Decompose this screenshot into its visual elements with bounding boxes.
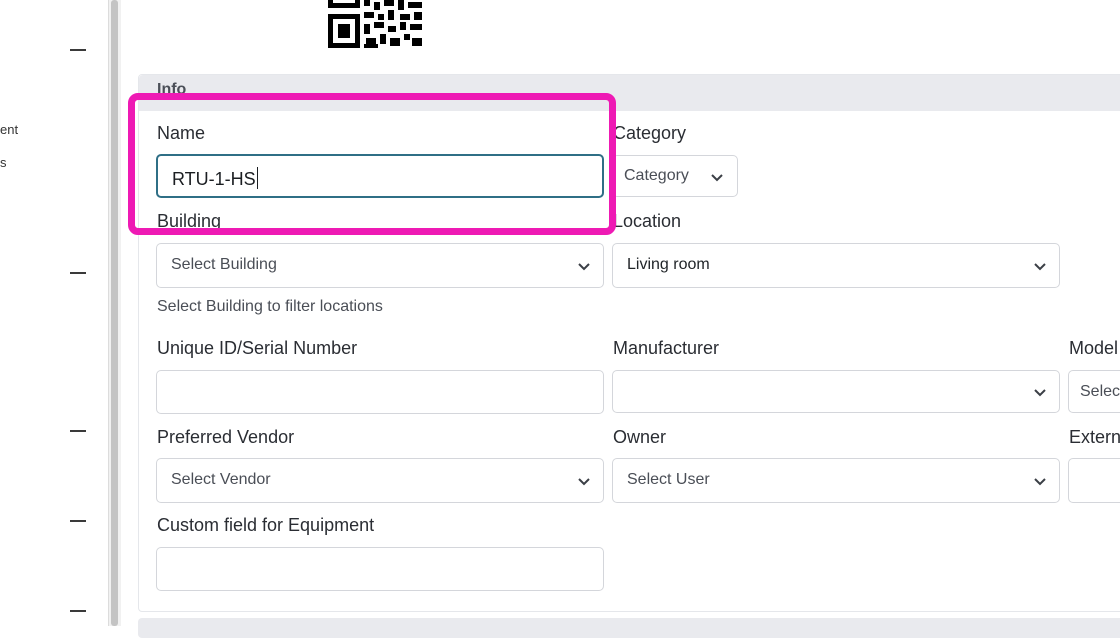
chevron-down-icon xyxy=(577,474,591,488)
manufacturer-label: Manufacturer xyxy=(613,338,720,358)
chevron-down-icon xyxy=(710,170,724,184)
chevron-down-icon xyxy=(577,259,591,273)
name-label: Name xyxy=(157,123,206,143)
collapse-dash-icon[interactable] xyxy=(70,610,86,612)
owner-label: Owner xyxy=(613,427,667,447)
name-input[interactable]: RTU-1-HS xyxy=(156,154,604,198)
sidebar-scrollbar[interactable] xyxy=(108,0,121,626)
category-select[interactable]: Category xyxy=(612,155,738,197)
category-label: Category xyxy=(613,123,687,143)
building-select-placeholder: Select Building xyxy=(171,256,277,273)
serial-number-input[interactable] xyxy=(156,370,604,414)
owner-select-placeholder: Select User xyxy=(627,471,710,488)
chevron-down-icon xyxy=(1033,385,1047,399)
chevron-down-icon xyxy=(1033,474,1047,488)
custom-field-input[interactable] xyxy=(156,547,604,591)
model-label: Model xyxy=(1069,338,1119,358)
owner-select[interactable]: Select User xyxy=(612,458,1060,503)
collapse-dash-icon[interactable] xyxy=(70,272,86,274)
chevron-down-icon xyxy=(1033,259,1047,273)
collapse-dash-icon[interactable] xyxy=(70,430,86,432)
external-input[interactable] xyxy=(1068,458,1120,503)
building-label: Building xyxy=(157,211,222,231)
name-input-value[interactable]: RTU-1-HS xyxy=(172,167,258,190)
serial-number-label: Unique ID/Serial Number xyxy=(157,338,358,358)
card-header-title: Info xyxy=(157,81,187,98)
sidebar-item-label[interactable]: ent xyxy=(0,122,18,137)
model-select[interactable]: Select xyxy=(1068,370,1120,413)
sidebar-item-label[interactable]: s xyxy=(0,155,7,170)
building-help-text: Select Building to filter locations xyxy=(157,298,383,315)
text-caret xyxy=(256,167,258,189)
scrollbar-thumb[interactable] xyxy=(111,0,118,626)
custom-field-label: Custom field for Equipment xyxy=(157,515,375,535)
model-select-placeholder: Select xyxy=(1080,383,1120,400)
building-select[interactable]: Select Building xyxy=(156,243,604,288)
preferred-vendor-label: Preferred Vendor xyxy=(157,427,295,447)
qr-code-image xyxy=(328,0,422,48)
card-header: Info xyxy=(139,75,1120,111)
location-select-value: Living room xyxy=(627,256,710,273)
external-label: Extern xyxy=(1069,427,1120,447)
manufacturer-select[interactable] xyxy=(612,370,1060,413)
next-card-header xyxy=(138,618,1120,638)
category-select-value: Category xyxy=(624,167,689,184)
vendor-select-placeholder: Select Vendor xyxy=(171,471,271,488)
location-select[interactable]: Living room xyxy=(612,243,1060,288)
preferred-vendor-select[interactable]: Select Vendor xyxy=(156,458,604,503)
collapse-dash-icon[interactable] xyxy=(70,49,86,51)
sidebar: ent s xyxy=(0,0,108,626)
location-label: Location xyxy=(613,211,682,231)
collapse-dash-icon[interactable] xyxy=(70,520,86,522)
